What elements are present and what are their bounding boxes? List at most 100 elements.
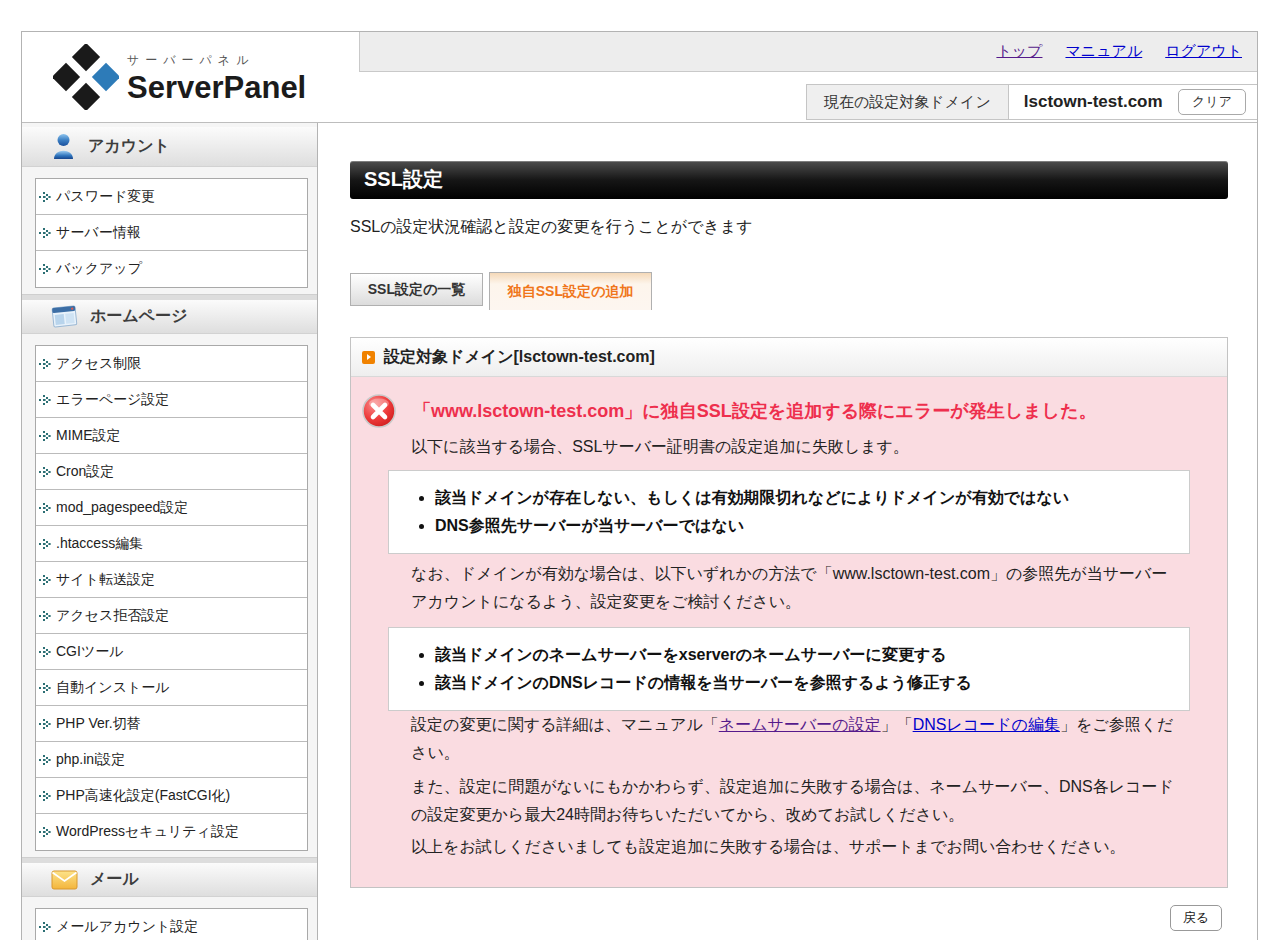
arrow-bullet-icon bbox=[39, 227, 51, 239]
sidebar-section-homepage-header: ホームページ bbox=[22, 300, 317, 334]
sidebar-item[interactable]: WordPressセキュリティ設定 bbox=[36, 814, 307, 850]
sidebar-item[interactable]: パスワード変更 bbox=[36, 179, 307, 215]
sidebar-item-label: バックアップ bbox=[56, 260, 142, 278]
sidebar-item[interactable]: mod_pagespeed設定 bbox=[36, 490, 307, 526]
page-title: SSL設定 bbox=[350, 161, 1228, 199]
sidebar-item-label: エラーページ設定 bbox=[56, 391, 169, 409]
arrow-bullet-icon bbox=[39, 682, 51, 694]
sidebar-item-label: WordPressセキュリティ設定 bbox=[56, 823, 239, 841]
sidebar-item-label: 自動インストール bbox=[56, 679, 170, 697]
sidebar-section-mail: メール メールアカウント設定 bbox=[22, 863, 317, 940]
error-title: 「www.lsctown-test.com」に独自SSL設定を追加する際にエラー… bbox=[413, 399, 1096, 423]
tab-add-ssl[interactable]: 独自SSL設定の追加 bbox=[489, 272, 652, 310]
arrow-bullet-icon bbox=[39, 394, 51, 406]
retry-paragraph: また、設定に問題がないにもかかわらず、設定追加に失敗する場合は、ネームサーバー、… bbox=[411, 773, 1179, 829]
sidebar-item-label: サーバー情報 bbox=[56, 224, 141, 242]
sidebar-item[interactable]: サーバー情報 bbox=[36, 215, 307, 251]
cause-item: DNS参照先サーバーが当サーバーではない bbox=[435, 512, 1173, 540]
sidebar-item[interactable]: .htaccess編集 bbox=[36, 526, 307, 562]
dns-manual-link[interactable]: DNSレコードの編集 bbox=[913, 716, 1060, 733]
current-domain-bar: 現在の設定対象ドメイン lsctown-test.com クリア bbox=[806, 84, 1257, 120]
top-links-bar: トップ マニュアル ログアウト bbox=[359, 32, 1257, 72]
sidebar-item[interactable]: バックアップ bbox=[36, 251, 307, 287]
sidebar-item-label: メールアカウント設定 bbox=[56, 918, 198, 936]
sidebar-item[interactable]: Cron設定 bbox=[36, 454, 307, 490]
sidebar-item-label: サイト転送設定 bbox=[56, 571, 155, 589]
logo-diamonds-icon bbox=[53, 44, 119, 110]
sidebar-item[interactable]: php.ini設定 bbox=[36, 742, 307, 778]
sidebar-item[interactable]: 自動インストール bbox=[36, 670, 307, 706]
target-domain-header: 設定対象ドメイン[lsctown-test.com] bbox=[351, 338, 1227, 377]
arrow-bullet-icon bbox=[39, 191, 51, 203]
homepage-window-icon bbox=[51, 305, 78, 329]
account-person-icon bbox=[51, 133, 76, 160]
arrow-bullet-icon bbox=[39, 466, 51, 478]
logout-link[interactable]: ログアウト bbox=[1165, 42, 1242, 61]
main-content: SSL設定 SSLの設定状況確認と設定の変更を行うことができます SSL設定の一… bbox=[318, 123, 1257, 940]
top-link[interactable]: トップ bbox=[996, 42, 1042, 61]
sidebar-section-account-header: アカウント bbox=[22, 127, 317, 167]
sidebar-item[interactable]: エラーページ設定 bbox=[36, 382, 307, 418]
sidebar-section-mail-header: メール bbox=[22, 863, 317, 897]
sidebar-item-label: アクセス制限 bbox=[56, 355, 141, 373]
sidebar-item-label: パスワード変更 bbox=[56, 188, 155, 206]
sidebar-item-label: MIME設定 bbox=[56, 427, 121, 445]
content-box: 設定対象ドメイン[lsctown-test.com] 「www.lsctown-… bbox=[350, 337, 1228, 888]
server-panel-window: サーバーパネル ServerPanel トップ マニュアル ログアウト 現在の設… bbox=[21, 31, 1258, 940]
sidebar-item-label: PHP Ver.切替 bbox=[56, 715, 141, 733]
sidebar-section-title: ホームページ bbox=[90, 306, 188, 327]
sidebar-item-label: .htaccess編集 bbox=[56, 535, 143, 553]
manual-link[interactable]: マニュアル bbox=[1065, 42, 1142, 61]
arrow-bullet-icon bbox=[39, 754, 51, 766]
support-paragraph: 以上をお試しくださいましても設定追加に失敗する場合は、サポートまでお問い合わせく… bbox=[411, 833, 1179, 861]
arrow-bullet-icon bbox=[39, 790, 51, 802]
sidebar-item[interactable]: CGIツール bbox=[36, 634, 307, 670]
sidebar-item-label: CGIツール bbox=[56, 643, 124, 661]
nameserver-manual-link[interactable]: ネームサーバーの設定 bbox=[719, 716, 881, 733]
arrow-bullet-icon bbox=[39, 826, 51, 838]
sidebar-item[interactable]: メールアカウント設定 bbox=[36, 909, 307, 940]
arrow-bullet-icon bbox=[39, 574, 51, 586]
orange-arrow-icon bbox=[362, 351, 375, 364]
tabs: SSL設定の一覧 独自SSL設定の追加 bbox=[350, 272, 1228, 310]
header: サーバーパネル ServerPanel トップ マニュアル ログアウト 現在の設… bbox=[22, 32, 1257, 123]
sidebar-item[interactable]: サイト転送設定 bbox=[36, 562, 307, 598]
sidebar-item[interactable]: MIME設定 bbox=[36, 418, 307, 454]
sidebar-item[interactable]: アクセス制限 bbox=[36, 346, 307, 382]
arrow-bullet-icon bbox=[39, 430, 51, 442]
error-intro: 以下に該当する場合、SSLサーバー証明書の設定追加に失敗します。 bbox=[411, 433, 1179, 461]
brand-title: ServerPanel bbox=[127, 72, 306, 103]
cause-item: 該当ドメインが存在しない、もしくは有効期限切れなどによりドメインが有効ではない bbox=[435, 484, 1173, 512]
sidebar-item-label: Cron設定 bbox=[56, 463, 114, 481]
current-domain-value: lsctown-test.com bbox=[1009, 92, 1163, 112]
arrow-bullet-icon bbox=[39, 263, 51, 275]
back-button[interactable]: 戻る bbox=[1170, 905, 1222, 931]
error-panel: 「www.lsctown-test.com」に独自SSL設定を追加する際にエラー… bbox=[351, 377, 1227, 887]
arrow-bullet-icon bbox=[39, 921, 51, 933]
solution-item: 該当ドメインのDNSレコードの情報を当サーバーを参照するよう修正する bbox=[435, 669, 1173, 697]
tab-ssl-list[interactable]: SSL設定の一覧 bbox=[350, 273, 483, 306]
sidebar: アカウント パスワード変更 サーバー情報 bbox=[22, 123, 318, 940]
sidebar-section-title: メール bbox=[90, 869, 139, 890]
sidebar-item-label: PHP高速化設定(FastCGI化) bbox=[56, 787, 230, 805]
solutions-box: 該当ドメインのネームサーバーをxserverのネームサーバーに変更する該当ドメイ… bbox=[388, 627, 1190, 711]
arrow-bullet-icon bbox=[39, 538, 51, 550]
arrow-bullet-icon bbox=[39, 358, 51, 370]
sidebar-section-account: アカウント パスワード変更 サーバー情報 bbox=[22, 127, 317, 294]
sidebar-item-label: アクセス拒否設定 bbox=[56, 607, 169, 625]
logo[interactable]: サーバーパネル ServerPanel bbox=[22, 32, 359, 122]
sidebar-item[interactable]: PHP Ver.切替 bbox=[36, 706, 307, 742]
target-domain-text: 設定対象ドメイン[lsctown-test.com] bbox=[384, 347, 655, 368]
clear-domain-button[interactable]: クリア bbox=[1178, 89, 1246, 115]
page-description: SSLの設定状況確認と設定の変更を行うことができます bbox=[350, 215, 1228, 239]
sidebar-section-title: アカウント bbox=[88, 136, 170, 157]
manual-paragraph: 設定の変更に関する詳細は、マニュアル「ネームサーバーの設定」「DNSレコードの編… bbox=[411, 711, 1179, 767]
arrow-bullet-icon bbox=[39, 646, 51, 658]
arrow-bullet-icon bbox=[39, 718, 51, 730]
causes-box: 該当ドメインが存在しない、もしくは有効期限切れなどによりドメインが有効ではないD… bbox=[388, 470, 1190, 554]
sidebar-item-label: php.ini設定 bbox=[56, 751, 125, 769]
sidebar-item[interactable]: PHP高速化設定(FastCGI化) bbox=[36, 778, 307, 814]
sidebar-item[interactable]: アクセス拒否設定 bbox=[36, 598, 307, 634]
solution-item: 該当ドメインのネームサーバーをxserverのネームサーバーに変更する bbox=[435, 641, 1173, 669]
error-icon bbox=[362, 394, 396, 428]
